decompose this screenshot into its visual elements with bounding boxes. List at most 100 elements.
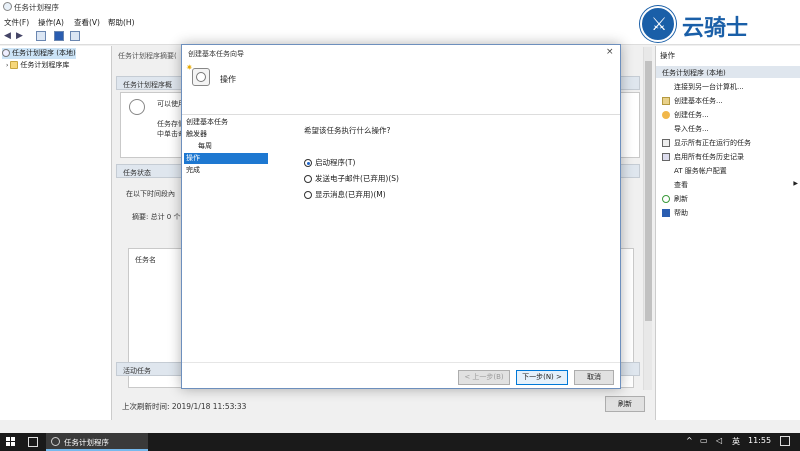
- action-enable-history[interactable]: 启用所有任务历史记录: [662, 152, 744, 164]
- actions-header: 操作: [660, 51, 675, 60]
- tree-item-label: 任务计划程序 (本地): [12, 49, 76, 57]
- window-titlebar: 任务计划程序: [0, 0, 800, 14]
- tree-item-label: 任务计划程序库: [20, 61, 70, 69]
- chevron-up-icon[interactable]: ^: [686, 436, 693, 445]
- knight-logo-icon: ⚔: [640, 6, 676, 42]
- window-title: 任务计划程序: [14, 3, 59, 12]
- action-label: 查看: [674, 181, 688, 189]
- submenu-arrow-icon: ▶: [793, 180, 798, 187]
- basic-task-icon: [662, 97, 670, 105]
- action-view[interactable]: 查看 ▶: [662, 180, 798, 192]
- wizard-step: 每周: [198, 142, 212, 150]
- folder-icon: [10, 61, 19, 69]
- action-at-service-config[interactable]: AT 服务帐户配置: [662, 166, 727, 178]
- refresh-icon: [662, 195, 670, 203]
- summary-scrollbar[interactable]: [643, 47, 652, 390]
- option-label: 发送电子邮件(已弃用)(S): [315, 174, 399, 183]
- create-task-icon: [662, 111, 670, 119]
- action-show-running-tasks[interactable]: 显示所有正在运行的任务: [662, 138, 751, 150]
- action-create-basic-task[interactable]: 创建基本任务...: [662, 96, 723, 108]
- radio-button[interactable]: [304, 175, 312, 183]
- action-label: 帮助: [674, 209, 688, 217]
- clock-icon: [2, 49, 10, 57]
- last-refresh-time: 上次刷新时间: 2019/1/18 11:53:33: [122, 402, 247, 411]
- summary-title: 任务计划程序摘要(: [118, 52, 177, 60]
- taskbar-app-task-scheduler[interactable]: 任务计划程序: [46, 433, 148, 451]
- menu-bar: 文件(F) 操作(A) 查看(V) 帮助(H): [0, 14, 800, 29]
- back-button[interactable]: < 上一步(B): [458, 370, 510, 385]
- star-icon: ✷: [186, 63, 193, 72]
- input-method-indicator[interactable]: 英: [732, 436, 740, 447]
- wizard-page-heading: 操作: [220, 75, 236, 84]
- chevron-right-icon[interactable]: ›: [6, 62, 8, 69]
- action-refresh[interactable]: 刷新: [662, 194, 688, 206]
- tree-item-library[interactable]: › 任务计划程序库: [6, 60, 69, 71]
- wizard-step: 触发器: [186, 130, 207, 138]
- notification-icon[interactable]: [780, 436, 790, 446]
- task-scheduler-icon: [3, 2, 12, 11]
- option-send-email[interactable]: 发送电子邮件(已弃用)(S): [304, 173, 399, 185]
- brand-name: 云骑士: [682, 15, 749, 41]
- refresh-button[interactable]: 刷新: [605, 396, 645, 412]
- actions-pane: 操作 任务计划程序 (本地) 连接到另一台计算机... 创建基本任务... 创建…: [655, 46, 800, 420]
- wizard-step-list: 创建基本任务 触发器 每周 操作 完成: [184, 117, 270, 177]
- option-label: 显示消息(已弃用)(M): [315, 190, 386, 199]
- task-view-icon[interactable]: [28, 437, 38, 447]
- action-label: 导入任务...: [674, 125, 709, 133]
- close-icon[interactable]: ×: [606, 47, 614, 57]
- scrollbar-thumb[interactable]: [645, 61, 652, 321]
- divider: [182, 362, 620, 363]
- help-icon[interactable]: [54, 31, 64, 41]
- forward-arrow-icon[interactable]: ▶: [14, 31, 25, 42]
- action-help[interactable]: 帮助: [662, 208, 688, 220]
- option-start-program[interactable]: 启动程序(T): [304, 157, 355, 169]
- basic-task-wizard-dialog: 创建基本任务向导 × ✷ 操作 创建基本任务 触发器 每周 操作 完成 希望该任…: [181, 44, 621, 389]
- option-label: 启动程序(T): [315, 158, 356, 167]
- menu-file[interactable]: 文件(F): [4, 17, 29, 28]
- show-hide-tree-icon[interactable]: [36, 31, 46, 41]
- action-label: 创建基本任务...: [674, 97, 723, 105]
- toolbar: ◀ ▶: [0, 29, 800, 45]
- wizard-step-active: 操作: [184, 153, 268, 164]
- next-button[interactable]: 下一步(N) >: [516, 370, 568, 385]
- windows-start-icon[interactable]: [6, 437, 16, 447]
- status-summary: 摘要: 总计 0 个: [132, 213, 181, 221]
- menu-view[interactable]: 查看(V): [74, 17, 100, 28]
- taskbar-app-label: 任务计划程序: [64, 438, 109, 447]
- clock-icon: [129, 99, 145, 115]
- console-tree: 任务计划程序 (本地) › 任务计划程序库: [0, 46, 112, 420]
- action-connect-computer[interactable]: 连接到另一台计算机...: [662, 82, 744, 94]
- radio-button[interactable]: [304, 159, 312, 167]
- menu-help[interactable]: 帮助(H): [108, 17, 135, 28]
- wizard-question: 希望该任务执行什么操作?: [304, 126, 391, 135]
- actions-subheader[interactable]: 任务计划程序 (本地): [656, 66, 800, 78]
- menu-action[interactable]: 操作(A): [38, 17, 64, 28]
- volume-icon[interactable]: ◁: [716, 436, 722, 445]
- wizard-step: 完成: [186, 166, 200, 174]
- action-import-task[interactable]: 导入任务...: [662, 124, 709, 136]
- back-arrow-icon[interactable]: ◀: [2, 31, 13, 42]
- clock-icon: [51, 437, 60, 446]
- running-tasks-icon: [662, 139, 670, 147]
- action-label: 启用所有任务历史记录: [674, 153, 744, 161]
- column-header-task-name[interactable]: 任务名: [135, 255, 156, 265]
- status-period-label: 在以下时间段內: [126, 190, 175, 198]
- network-icon[interactable]: ▭: [700, 436, 708, 445]
- wizard-title: 创建基本任务向导: [188, 50, 244, 58]
- help-icon: [662, 209, 670, 217]
- cancel-button[interactable]: 取消: [574, 370, 614, 385]
- action-label: AT 服务帐户配置: [674, 167, 727, 175]
- history-icon: [662, 153, 670, 161]
- wizard-header: ✷ 操作: [182, 60, 620, 115]
- option-display-message[interactable]: 显示消息(已弃用)(M): [304, 189, 386, 201]
- radio-button[interactable]: [304, 191, 312, 199]
- clock-time[interactable]: 11:55: [748, 436, 771, 445]
- action-label: 连接到另一台计算机...: [674, 83, 744, 91]
- show-hide-action-pane-icon[interactable]: [70, 31, 80, 41]
- tree-item-task-scheduler-local[interactable]: 任务计划程序 (本地): [2, 48, 76, 59]
- clock-icon: [192, 68, 210, 86]
- action-create-task[interactable]: 创建任务...: [662, 110, 709, 122]
- wizard-step: 创建基本任务: [186, 118, 228, 126]
- action-label: 创建任务...: [674, 111, 709, 119]
- taskbar: 任务计划程序 ^ ▭ ◁ 英 11:55: [0, 433, 800, 451]
